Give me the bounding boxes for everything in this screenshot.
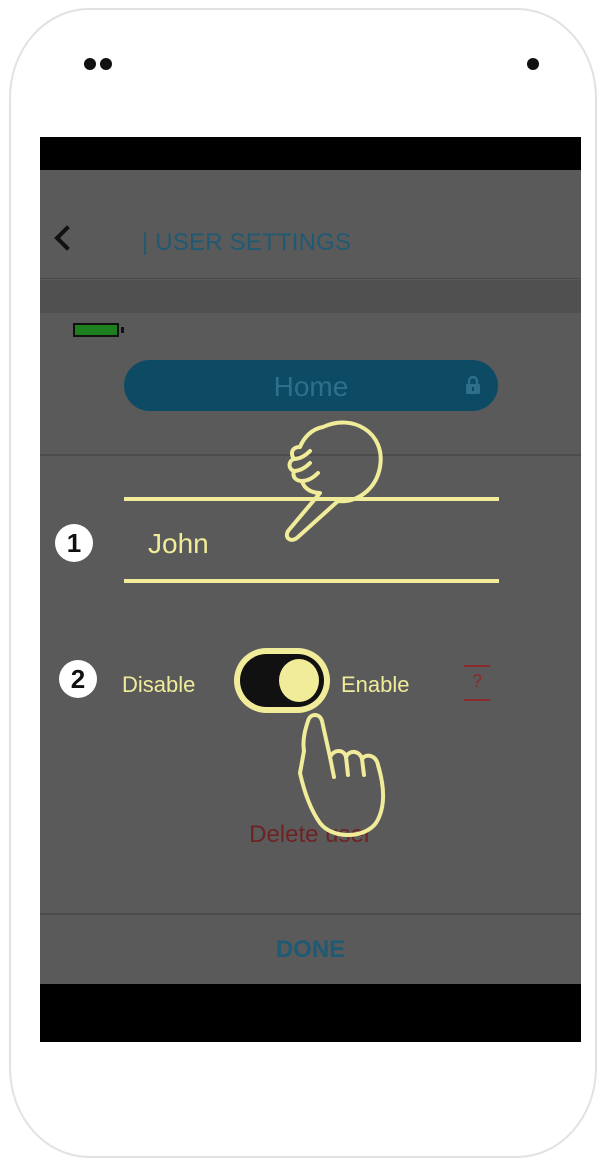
- app-screen: | USER SETTINGS Home 1 John 2 Disable En…: [40, 137, 581, 1042]
- battery-icon: [73, 323, 119, 337]
- enable-label: Enable: [341, 672, 410, 697]
- done-button[interactable]: DONE: [40, 936, 581, 964]
- front-camera-dot: [84, 58, 96, 70]
- navigation-bar: [40, 984, 581, 1042]
- location-label: Home: [273, 371, 349, 402]
- footer-divider: [40, 913, 581, 915]
- name-field[interactable]: John: [148, 528, 209, 560]
- help-top-rule: [464, 665, 490, 667]
- disable-label: Disable: [122, 672, 196, 697]
- battery-tip: [121, 327, 124, 333]
- page-title: | USER SETTINGS: [142, 229, 352, 256]
- speaker-dot: [527, 58, 539, 70]
- step-2-badge: 2: [59, 660, 97, 698]
- status-bar: [40, 137, 581, 170]
- help-bottom-rule: [464, 699, 490, 701]
- step-1-badge: 1: [55, 524, 93, 562]
- enable-toggle[interactable]: [234, 648, 330, 713]
- tapping-hand-icon: [298, 713, 385, 837]
- help-link[interactable]: ?: [464, 665, 490, 701]
- toggle-knob: [276, 656, 322, 705]
- front-sensor-dot: [100, 58, 112, 70]
- lock-icon: [466, 376, 480, 394]
- name-field-bottom-border: [124, 579, 499, 583]
- app-header: [40, 170, 581, 279]
- header-sub-band: [40, 280, 581, 313]
- help-question-mark: ?: [471, 671, 482, 691]
- location-pill[interactable]: Home: [124, 360, 498, 411]
- pointing-hand-icon: [285, 420, 383, 542]
